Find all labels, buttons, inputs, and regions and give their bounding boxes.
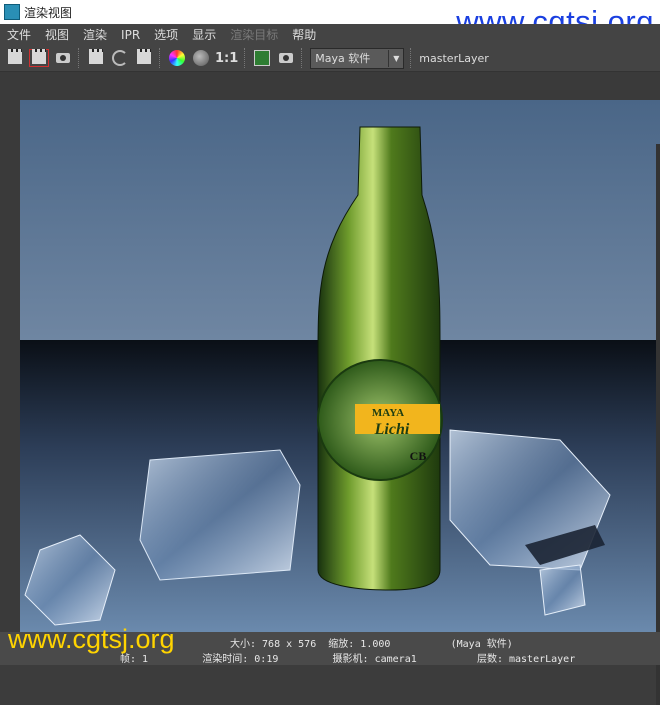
- sequence-clapper-icon: [137, 49, 151, 64]
- redo-render-button[interactable]: [6, 49, 24, 67]
- camera-icon: [56, 53, 70, 63]
- menu-view[interactable]: 视图: [38, 26, 76, 43]
- remove-image-button[interactable]: [277, 49, 295, 67]
- toolbar-separator: [410, 48, 413, 68]
- display-alpha-button[interactable]: [192, 49, 210, 67]
- renderer-select-value: Maya 软件: [315, 52, 371, 65]
- vertical-scrollbar[interactable]: [656, 144, 660, 705]
- bottle-label-script: Lichi: [374, 421, 410, 438]
- window-title: 渲染视图: [24, 5, 73, 20]
- menu-file[interactable]: 文件: [0, 26, 38, 43]
- region-clapper-icon: [29, 49, 49, 67]
- render-region-button[interactable]: [29, 49, 49, 67]
- refresh-ipr-button[interactable]: [111, 49, 129, 67]
- bottle-label-code: CB: [410, 449, 427, 463]
- bottle-label-top: MAYA: [372, 407, 404, 419]
- render-info-line1: 大小: 768 x 576 缩放: 1.000 (Maya 软件): [230, 639, 513, 650]
- render-toolbar: 1:1 Maya 软件 ▼ masterLayer: [0, 45, 660, 72]
- keep-image-button[interactable]: [253, 49, 271, 67]
- toolbar-separator: [78, 48, 81, 68]
- rendered-scene: MAYA Lichi CB: [20, 100, 660, 645]
- ipr-render-button[interactable]: [87, 49, 105, 67]
- display-rgb-button[interactable]: [168, 49, 186, 67]
- renderer-select[interactable]: Maya 软件 ▼: [310, 47, 405, 69]
- menu-ipr[interactable]: IPR: [114, 28, 147, 42]
- render-sequence-button[interactable]: [135, 49, 153, 67]
- watermark-bottom: www.cgtsj.org: [8, 624, 175, 654]
- toolbar-separator: [159, 48, 162, 68]
- alpha-channel-icon: [193, 50, 209, 66]
- refresh-icon: [112, 50, 128, 66]
- menu-render-target: 渲染目标: [230, 28, 279, 42]
- clapper-icon: [8, 49, 22, 64]
- snapshot-button[interactable]: [54, 49, 72, 67]
- chevron-down-icon: ▼: [388, 49, 403, 67]
- menu-help[interactable]: 帮助: [285, 26, 323, 43]
- render-viewport[interactable]: MAYA Lichi CB: [0, 72, 660, 705]
- remove-image-icon: [279, 53, 294, 63]
- rendered-image: MAYA Lichi CB: [20, 100, 660, 645]
- toolbar-separator: [301, 48, 304, 68]
- menu-display[interactable]: 显示: [185, 26, 223, 43]
- menu-options[interactable]: 选项: [147, 26, 185, 43]
- menu-bar: 文件 视图 渲染 IPR 选项 显示 渲染目标 帮助: [0, 24, 660, 45]
- real-size-button[interactable]: 1:1: [215, 51, 238, 66]
- toolbar-separator: [244, 48, 247, 68]
- menu-render[interactable]: 渲染: [76, 26, 114, 43]
- render-layer-label: masterLayer: [419, 51, 489, 65]
- maya-app-icon: [4, 4, 20, 20]
- color-channels-icon: [169, 50, 185, 66]
- keep-image-icon: [254, 50, 271, 66]
- render-info-line2: 帧: 1 渲染时间: 0:19 摄影机: camera1 层数: masterL…: [120, 654, 576, 665]
- ipr-clapper-icon: [89, 49, 103, 64]
